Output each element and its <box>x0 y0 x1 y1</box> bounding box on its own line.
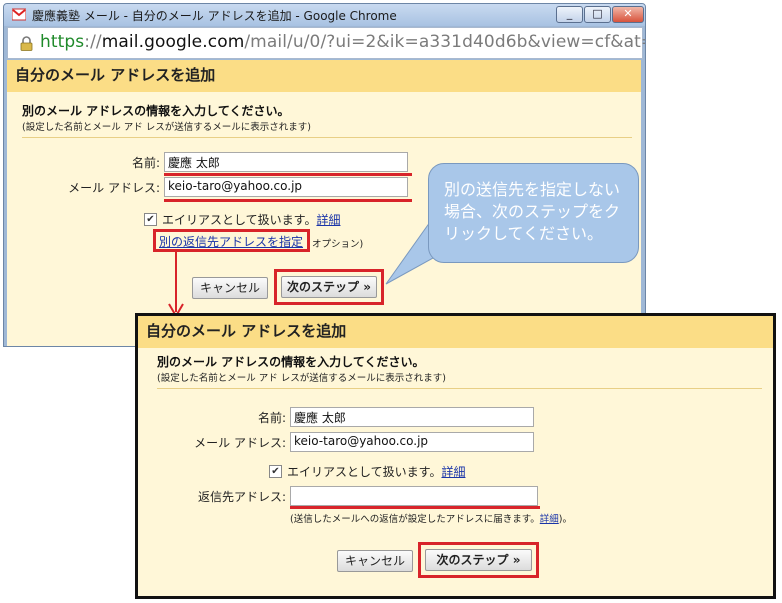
url-path: /mail/u/0/?ui=2&ik=a331d40d6b&view=cf&at… <box>244 32 646 52</box>
alias-detail-link[interactable]: 詳細 <box>316 213 340 227</box>
name-underline-highlight <box>164 173 412 176</box>
section-note: (設定した名前とメール アド レスが送信するメールに表示されます) <box>22 122 311 133</box>
section-title: 別のメール アドレスの情報を入力してください。 <box>157 355 425 369</box>
alias-checkbox[interactable]: ✔ <box>269 465 282 478</box>
reply-to-suffix: オプション) <box>312 239 364 250</box>
alias-detail-link[interactable]: 詳細 <box>441 465 465 479</box>
lock-icon <box>20 36 33 51</box>
alias-row: エイリアスとして扱います。詳細 <box>162 211 340 228</box>
gmail-icon <box>12 8 26 21</box>
email-input[interactable]: keio-taro@yahoo.co.jp <box>290 432 534 452</box>
alias-row: エイリアスとして扱います。詳細 <box>287 463 465 480</box>
down-arrow-icon <box>168 250 184 318</box>
window-title: 慶應義塾 メール - 自分のメール アドレスを追加 - Google Chrom… <box>32 9 397 23</box>
reply-to-detail-link[interactable]: 詳細 <box>540 514 559 525</box>
alias-label: エイリアスとして扱います。 <box>287 465 442 479</box>
section-title: 別のメール アドレスの情報を入力してください。 <box>22 104 290 118</box>
separator <box>22 137 632 138</box>
next-step-button[interactable]: 次のステップ » <box>425 549 532 571</box>
reply-to-input[interactable] <box>290 486 538 506</box>
alias-label: エイリアスとして扱います。 <box>162 213 317 227</box>
title-bar[interactable]: 慶應義塾 メール - 自分のメール アドレスを追加 - Google Chrom… <box>4 4 645 26</box>
cancel-button[interactable]: キャンセル <box>192 277 268 299</box>
maximize-button[interactable]: □ <box>584 6 611 23</box>
separator <box>157 388 762 389</box>
reply-to-underline-highlight <box>290 506 540 509</box>
cancel-button[interactable]: キャンセル <box>337 550 413 572</box>
name-input[interactable]: 慶應 太郎 <box>290 407 534 427</box>
url-text[interactable]: https://mail.google.com/mail/u/0/?ui=2&i… <box>40 32 646 52</box>
reply-to-link[interactable]: 別の返信先アドレスを指定 <box>159 233 303 250</box>
name-label: 名前: <box>131 156 160 170</box>
reply-to-note-end: )。 <box>558 514 572 525</box>
reply-to-label: 返信先アドレス: <box>197 490 286 504</box>
minimize-button[interactable]: _ <box>556 6 583 23</box>
reply-to-note-text: (送信したメールへの返信が設定したアドレスに届きます。 <box>290 514 540 525</box>
close-button[interactable]: ✕ <box>612 6 644 23</box>
url-protocol: https <box>40 32 85 52</box>
dialog-header: 自分のメール アドレスを追加 <box>7 60 641 92</box>
url-host: mail.google.com <box>101 32 245 52</box>
reply-to-note: (送信したメールへの返信が設定したアドレスに届きます。詳細)。 <box>290 511 572 525</box>
next-step-button[interactable]: 次のステップ » <box>281 276 377 298</box>
email-label: メール アドレス: <box>68 181 160 195</box>
url-separator: :// <box>84 32 102 52</box>
callout-text: 別の送信先を指定しない場合、次のステップをクリックしてください。 <box>444 180 621 243</box>
address-bar[interactable]: https://mail.google.com/mail/u/0/?ui=2&i… <box>7 27 646 59</box>
email-label: メール アドレス: <box>194 436 286 450</box>
alias-checkbox[interactable]: ✔ <box>144 213 157 226</box>
section-note: (設定した名前とメール アド レスが送信するメールに表示されます) <box>157 373 446 384</box>
dialog-header: 自分のメール アドレスを追加 <box>138 316 773 348</box>
email-input[interactable]: keio-taro@yahoo.co.jp <box>164 177 408 197</box>
email-underline-highlight <box>164 199 412 202</box>
name-input[interactable]: 慶應 太郎 <box>164 152 408 172</box>
name-label: 名前: <box>257 411 286 425</box>
